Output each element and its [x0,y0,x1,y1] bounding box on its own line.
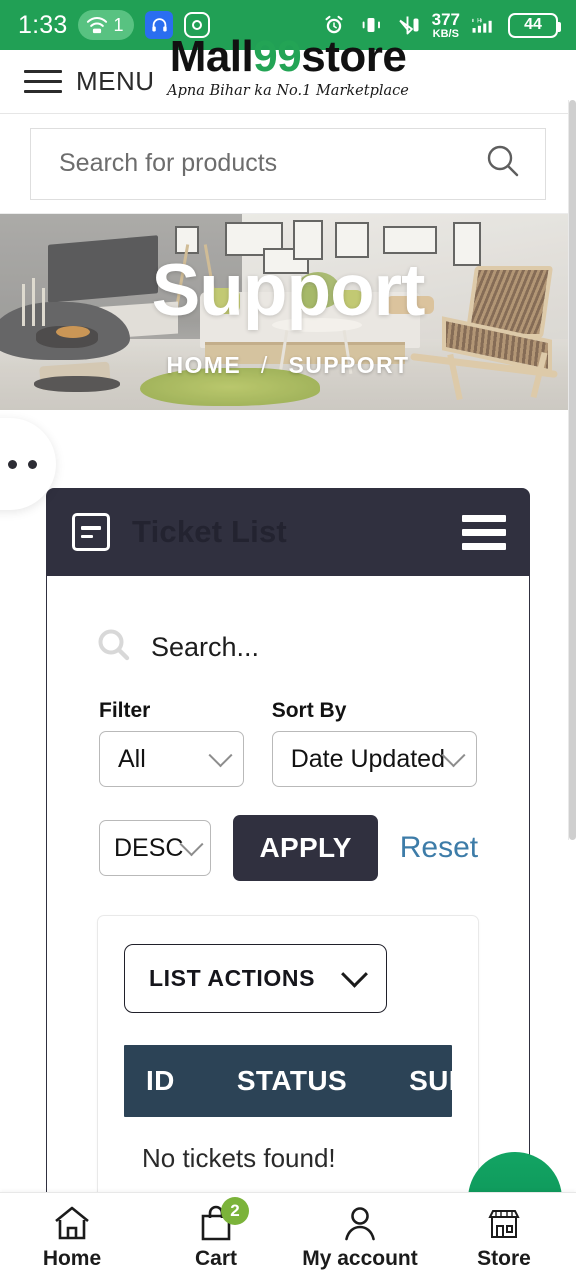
breadcrumb-home[interactable]: HOME [167,352,242,378]
scrollbar-thumb[interactable] [569,100,576,840]
search-placeholder: Search for products [59,149,278,177]
logo-text: Mall99store [123,34,453,80]
nav-item-cart[interactable]: 2 Cart [144,1196,288,1271]
nav-item-home[interactable]: Home [0,1203,144,1271]
sort-label: Sort By [271,699,347,722]
nav-item-my-account[interactable]: My account [288,1203,432,1271]
ticket-search-placeholder: Search... [151,632,260,662]
shopping-bag-icon: 2 [199,1196,249,1243]
apply-row: DESC APPLY Reset [75,787,501,881]
nav-item-store[interactable]: Store [432,1203,576,1271]
table-header-status: STATUS [236,1065,348,1096]
page-title: Support [151,250,426,331]
filter-value: All [118,744,146,773]
sort-group: Sort By Date Updated [271,699,477,787]
nav-label-my-account: My account [302,1246,418,1270]
chevron-down-icon [208,742,233,767]
logo-part3: store [301,34,407,81]
hamburger-icon [24,70,62,93]
panel-menu-icon[interactable] [462,514,506,550]
logo-tagline: Apna Bihar ka No.1 Marketplace [167,83,409,100]
ticket-document-icon [72,513,110,551]
reset-link[interactable]: Reset [400,831,478,865]
filter-sort-row: Filter All Sort By Date Updated [75,699,501,787]
site-header: MENU Mall99store Apna Bihar ka No.1 Mark… [0,34,576,114]
chevron-down-icon [341,960,369,988]
cart-badge: 2 [221,1196,249,1225]
list-actions-button[interactable]: LIST ACTIONS [124,944,388,1013]
ticket-list-title: Ticket List [132,514,287,549]
table-header-subject: SUBJE [409,1065,452,1096]
search-input[interactable]: Search for products [30,127,546,200]
network-speed-value: 377 [431,9,460,29]
table-header-row: ID STATUS SUBJE [124,1045,452,1117]
order-value: DESC [114,833,184,862]
table-header-id: ID [146,1065,175,1096]
filter-group: Filter All [99,699,244,787]
chevron-down-icon [441,742,466,767]
user-icon [342,1203,378,1243]
nav-label-cart: Cart [194,1246,237,1270]
wifi-count: 1 [113,14,124,35]
logo-part2: 99 [253,34,302,81]
dot-icon [27,459,37,469]
bottom-navigation: Home 2 Cart My account Store [0,1192,576,1280]
battery-level: 44 [524,16,542,33]
hero-banner: Support HOME / SUPPORT [0,214,576,410]
list-actions-label: LIST ACTIONS [149,965,316,991]
breadcrumb: HOME / SUPPORT [0,352,576,379]
breadcrumb-separator: / [260,352,269,378]
empty-state-message: No tickets found! [142,1143,336,1173]
ticket-list-panel: Ticket List Search... Filter All Sort By… [46,488,530,1256]
breadcrumb-current: SUPPORT [288,352,410,378]
ticket-list-body: Search... Filter All Sort By Date Update… [46,576,530,1256]
nav-label-store: Store [477,1246,531,1270]
sort-value: Date Updated [290,744,445,773]
apply-button[interactable]: APPLY [233,815,378,881]
dot-icon [7,459,17,469]
order-select[interactable]: DESC [99,820,212,876]
nav-label-home: Home [42,1246,102,1270]
mobile-screen: 1:33 1 377 KB/S H 44 MENU Mall99store Ap… [0,0,576,1280]
filter-label: Filter [99,699,151,722]
search-icon[interactable] [483,141,523,186]
ticket-search-input[interactable]: Search... [75,600,501,699]
ticket-list-header-left: Ticket List [72,513,287,551]
battery-icon: 44 [508,12,561,38]
status-clock: 1:33 [18,10,68,39]
chevron-down-icon [179,831,204,856]
storefront-icon [487,1203,521,1243]
logo-part1: Mall [169,34,254,81]
ticket-list-header: Ticket List [46,488,530,576]
home-icon [53,1203,91,1243]
signal-icon: H [471,12,497,38]
filter-select[interactable]: All [99,731,244,787]
sort-select[interactable]: Date Updated [271,731,477,787]
search-icon [95,626,133,669]
search-section: Search for products [0,114,576,214]
ticket-table-card: LIST ACTIONS ID STATUS SUBJE No tickets … [97,915,479,1205]
site-logo[interactable]: Mall99store Apna Bihar ka No.1 Marketpla… [123,34,453,108]
